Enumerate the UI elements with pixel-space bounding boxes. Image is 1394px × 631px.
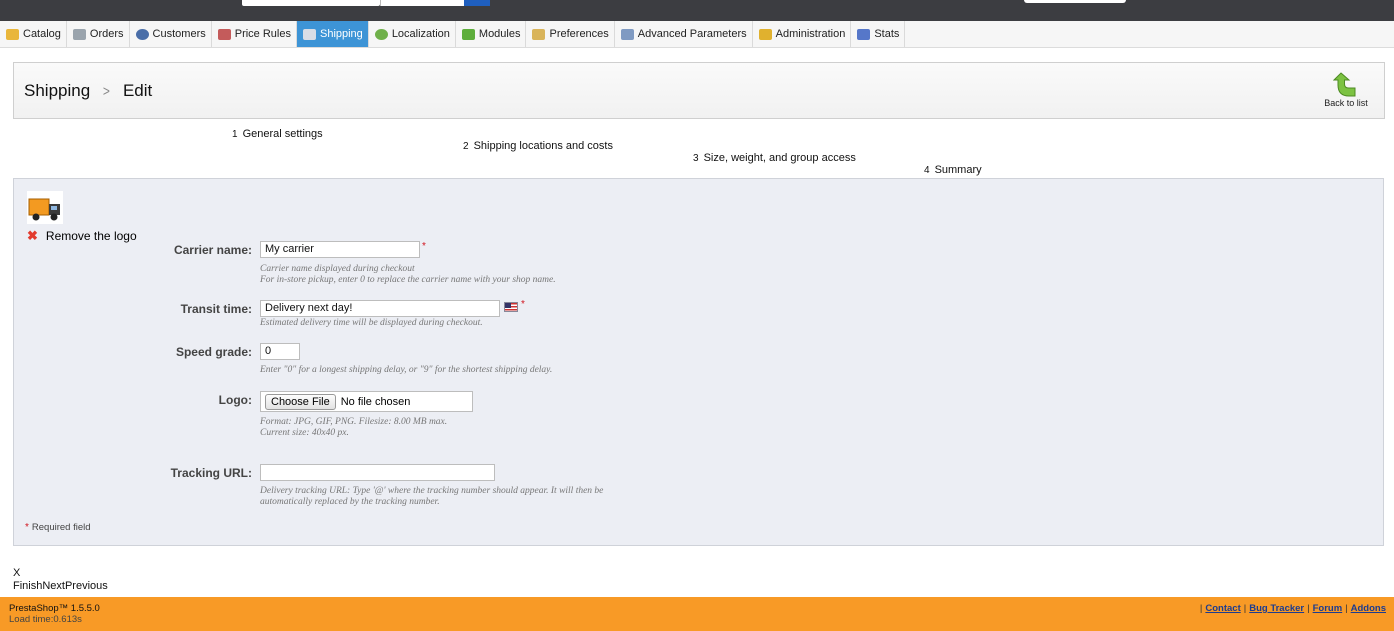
- tab-advanced-parameters[interactable]: Advanced Parameters: [615, 21, 753, 47]
- quick-access-select[interactable]: [1024, 0, 1126, 3]
- carrier-form-panel: ✖ Remove the logo Carrier name: My carrie…: [13, 178, 1384, 546]
- tab-shipping[interactable]: Shipping: [296, 21, 369, 47]
- cart-icon: [72, 28, 86, 40]
- tab-price-rules[interactable]: Price Rules: [212, 21, 297, 47]
- tab-localization[interactable]: Localization: [369, 21, 456, 47]
- folder-icon: [6, 28, 19, 40]
- transit-time-input[interactable]: Delivery next day!: [260, 300, 500, 317]
- logo-label: Logo:: [218, 393, 252, 407]
- key-icon: [758, 28, 772, 40]
- truck-icon: [28, 198, 60, 221]
- tracking-url-hint: Delivery tracking URL: Type '@' where th…: [260, 486, 604, 507]
- main-tabs: Catalog Orders Customers Price Rules Shi…: [0, 21, 1394, 48]
- speed-grade-hint: Enter "0" for a longest shipping delay, …: [260, 365, 553, 375]
- breadcrumb-separator: >: [103, 82, 111, 100]
- breadcrumb-section[interactable]: Shipping: [24, 81, 90, 101]
- truck-icon: [302, 28, 316, 40]
- tab-catalog[interactable]: Catalog: [0, 21, 67, 47]
- back-to-list-button[interactable]: Back to list: [1318, 71, 1374, 108]
- breadcrumb: Shipping > Edit: [24, 81, 152, 101]
- tab-modules[interactable]: Modules: [456, 21, 527, 47]
- wizard-step-2[interactable]: 2 Shipping locations and costs: [463, 140, 613, 152]
- carrier-logo-image: [27, 191, 63, 224]
- tracking-url-input[interactable]: [260, 464, 495, 481]
- language-flag-icon[interactable]: [504, 302, 518, 312]
- carrier-name-label: Carrier name:: [173, 243, 252, 257]
- forum-link[interactable]: Forum: [1313, 603, 1343, 614]
- speed-grade-label: Speed grade:: [175, 345, 252, 359]
- carrier-name-input[interactable]: My carrier: [260, 241, 420, 258]
- user-icon: [135, 28, 149, 40]
- remove-logo-link[interactable]: ✖ Remove the logo: [27, 228, 137, 244]
- wizard-close-button[interactable]: X: [13, 567, 20, 579]
- addons-link[interactable]: Addons: [1351, 603, 1386, 614]
- choose-file-button[interactable]: Choose File: [265, 393, 336, 410]
- wizard-nav-buttons[interactable]: FinishNextPrevious: [13, 580, 108, 592]
- wizard-step-4[interactable]: 4 Summary: [924, 164, 982, 176]
- bar-chart-icon: [857, 28, 871, 40]
- price-tag-icon: [217, 28, 231, 40]
- file-status-text: No file chosen: [340, 395, 411, 408]
- tab-orders[interactable]: Orders: [67, 21, 130, 47]
- bug-tracker-link[interactable]: Bug Tracker: [1249, 603, 1304, 614]
- required-star: *: [521, 299, 525, 310]
- top-bar: [0, 0, 1394, 21]
- version-text: PrestaShop™ 1.5.5.0: [9, 603, 100, 614]
- tracking-url-label: Tracking URL:: [170, 466, 252, 480]
- transit-time-hint: Estimated delivery time will be displaye…: [260, 318, 483, 328]
- globe-icon: [374, 28, 388, 40]
- back-to-list-label: Back to list: [1324, 98, 1368, 108]
- tab-customers[interactable]: Customers: [130, 21, 212, 47]
- load-time-text: Load time:0.613s: [9, 614, 82, 625]
- logo-file-input[interactable]: Choose File No file chosen: [260, 391, 473, 412]
- delete-icon: ✖: [27, 228, 38, 243]
- contact-link[interactable]: Contact: [1205, 603, 1240, 614]
- speed-grade-input[interactable]: 0: [260, 343, 300, 360]
- footer-links: | Contact | Bug Tracker | Forum | Addons: [1199, 603, 1386, 614]
- search-input[interactable]: [242, 0, 380, 6]
- wizard-step-3[interactable]: 3 Size, weight, and group access: [693, 152, 856, 164]
- wizard-step-1[interactable]: 1 General settings: [232, 128, 323, 140]
- wrench-icon: [620, 28, 634, 40]
- back-arrow-icon: [1333, 72, 1356, 97]
- search-button[interactable]: [464, 0, 490, 6]
- preferences-icon: [532, 28, 546, 40]
- tab-administration[interactable]: Administration: [753, 21, 852, 47]
- tab-preferences[interactable]: Preferences: [526, 21, 615, 47]
- search-type-select[interactable]: [380, 0, 464, 6]
- page-header: Shipping > Edit Back to list: [13, 62, 1385, 119]
- transit-time-label: Transit time:: [180, 302, 252, 316]
- carrier-name-hint: Carrier name displayed during checkout Fo…: [260, 264, 556, 285]
- required-star: *: [422, 241, 426, 252]
- page-title: Edit: [122, 81, 153, 100]
- required-field-note: * Required field: [25, 522, 91, 533]
- tab-stats[interactable]: Stats: [851, 21, 906, 47]
- logo-hint: Format: JPG, GIF, PNG. Filesize: 8.00 MB…: [260, 417, 448, 438]
- puzzle-icon: [461, 28, 475, 40]
- footer: PrestaShop™ 1.5.5.0 Load time:0.613s | Co…: [0, 597, 1394, 631]
